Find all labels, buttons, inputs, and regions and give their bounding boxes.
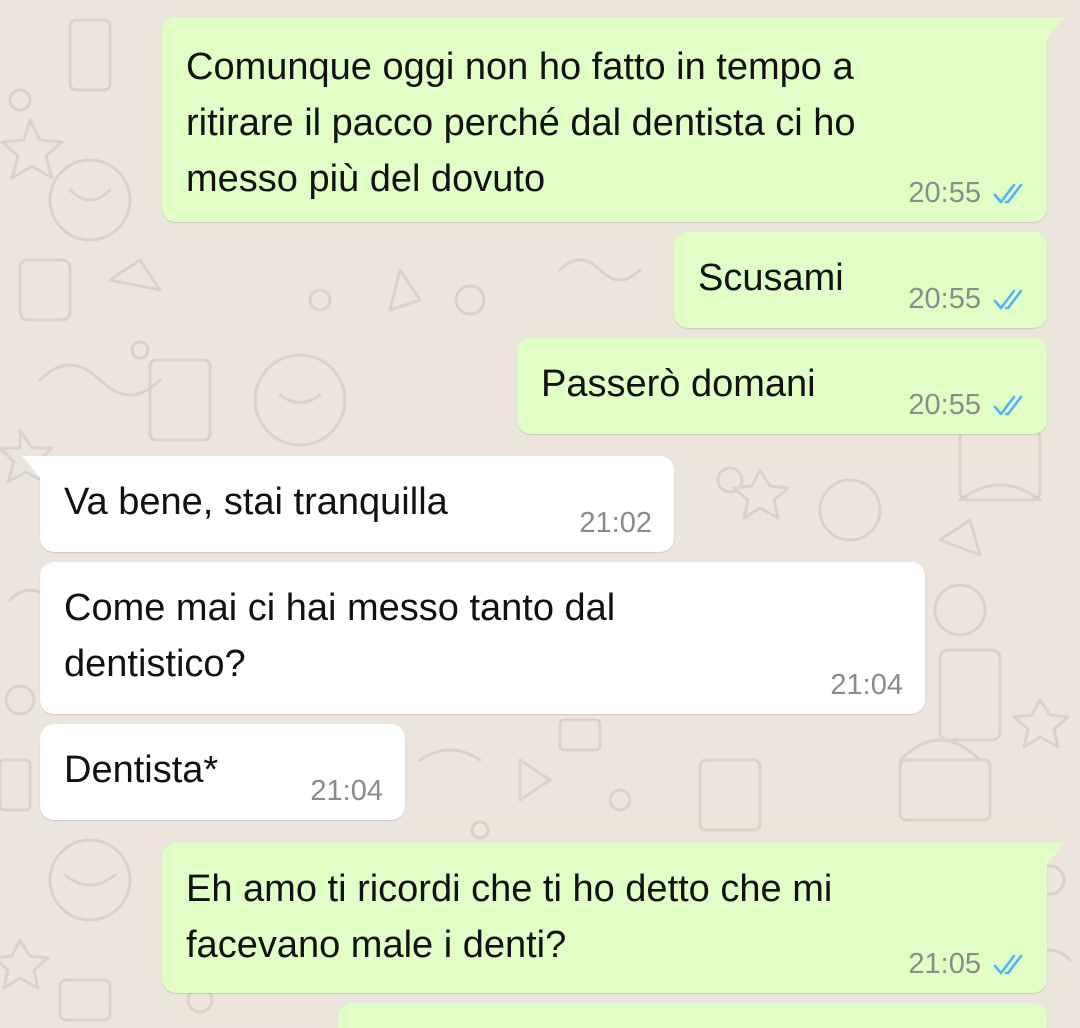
bubble-tail (1035, 17, 1065, 43)
message-meta: 20:55 (908, 177, 1025, 210)
double-check-read-icon (993, 289, 1023, 309)
message-meta: 21:04 (310, 775, 383, 808)
message-bubble-outgoing[interactable]: Scusami 20:55 (674, 232, 1047, 328)
message-time: 21:04 (310, 775, 383, 807)
message-bubble-incoming[interactable]: Dentista* 21:04 (40, 724, 405, 820)
message-text: Dentista* (64, 749, 219, 791)
message-meta: 20:55 (908, 283, 1025, 316)
message-bubble-outgoing-partial[interactable] (338, 1003, 1047, 1028)
message-text: Passerò domani (541, 363, 816, 405)
message-text: Eh amo ti ricordi che ti ho detto che mi… (186, 868, 833, 966)
message-meta: 20:55 (908, 389, 1025, 422)
message-text: Scusami (698, 257, 844, 299)
message-bubble-outgoing[interactable]: Comunque oggi non ho fatto in tempo a ri… (162, 17, 1065, 222)
double-check-read-icon (993, 954, 1023, 974)
message-bubble-outgoing[interactable]: Passerò domani 20:55 (517, 338, 1047, 434)
message-text: Comunque oggi non ho fatto in tempo a ri… (186, 46, 856, 200)
message-time: 20:55 (908, 389, 981, 421)
message-time: 21:02 (579, 507, 652, 539)
bubble-tail (1035, 843, 1065, 869)
message-time: 21:04 (830, 669, 903, 701)
message-text: Va bene, stai tranquilla (64, 481, 448, 523)
message-bubble-outgoing[interactable]: Eh amo ti ricordi che ti ho detto che mi… (162, 843, 1065, 993)
message-text: Come mai ci hai messo tanto dal dentisti… (64, 587, 616, 685)
double-check-read-icon (993, 183, 1023, 203)
message-meta: 21:04 (830, 669, 903, 702)
bubble-tail (22, 456, 52, 482)
message-meta: 21:05 (908, 948, 1025, 981)
message-time: 20:55 (908, 177, 981, 209)
message-bubble-incoming[interactable]: Come mai ci hai messo tanto dal dentisti… (40, 562, 925, 714)
message-time: 20:55 (908, 283, 981, 315)
message-bubble-incoming[interactable]: Va bene, stai tranquilla 21:02 (22, 456, 674, 552)
double-check-read-icon (993, 395, 1023, 415)
message-meta: 21:02 (579, 507, 652, 540)
message-time: 21:05 (908, 948, 981, 980)
